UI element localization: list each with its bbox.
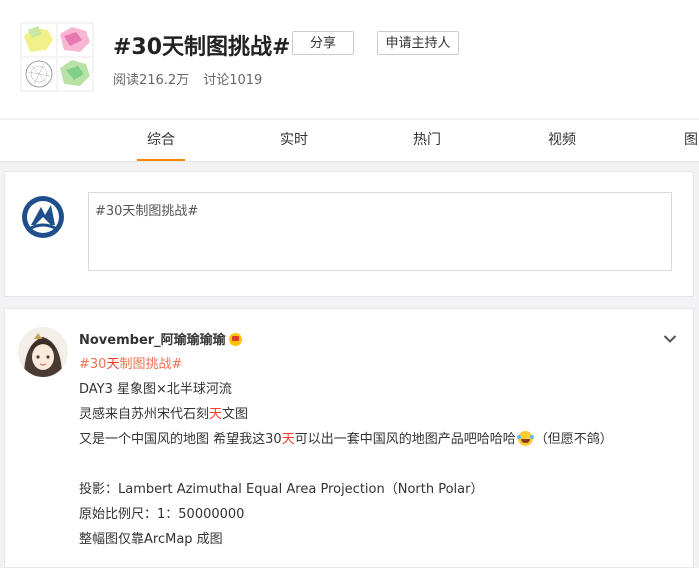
post-line-3: 又是一个中国风的地图 希望我这30天可以出一套中国风的地图产品吧哈哈哈 （但愿不鸽… (79, 428, 613, 447)
post-author[interactable]: November_阿瑜瑜瑜瑜 (79, 329, 242, 348)
hashtag-highlight[interactable]: 天 (106, 357, 119, 372)
apply-host-button[interactable]: 申请主持人 (377, 31, 459, 55)
post-line-3-c: （但愿不鸽） (534, 432, 613, 447)
post-line-2-highlight: 天 (209, 407, 223, 422)
post-line-6: 整幅图仅靠ArcMap 成图 (79, 532, 223, 547)
topic-cover-image (20, 22, 94, 92)
post-author-name[interactable]: November_阿瑜瑜瑜瑜 (79, 333, 226, 348)
read-count: 阅读216.2万 (113, 73, 190, 88)
vip-crown-icon (228, 333, 242, 346)
tab-video[interactable]: 视频 (538, 120, 586, 161)
post-line-2: 灵感来自苏州宋代石刻天文图 (79, 403, 248, 422)
topic-header: #30天制图挑战# 分享 申请主持人 阅读216.2万 讨论1019 (0, 0, 699, 118)
discussion-count: 讨论1019 (203, 73, 263, 88)
post-line-4: 投影：Lambert Azimuthal Equal Area Projecti… (79, 482, 484, 497)
post-line-2-b: 文图 (222, 407, 249, 422)
topic-tabs: 综合 实时 热门 视频 图片 (0, 120, 699, 162)
post-hashtag[interactable]: #30天制图挑战# (79, 353, 182, 372)
tab-images[interactable]: 图片 (674, 120, 699, 161)
hashtag-prefix[interactable]: #30 (79, 357, 106, 372)
post-line-3-b: 可以出一套中国风的地图产品吧哈哈哈 (294, 432, 516, 447)
topic-title: #30天制图挑战# (113, 35, 291, 60)
post-line-3-highlight: 天 (281, 432, 295, 447)
chevron-down-icon[interactable] (663, 329, 677, 343)
post-line-1: DAY3 星象图×北半球河流 (79, 382, 232, 397)
compose-input[interactable]: #30天制图挑战# (88, 192, 672, 271)
tab-comprehensive[interactable]: 综合 (137, 120, 185, 161)
tab-hot[interactable]: 热门 (403, 120, 451, 161)
feed-post: November_阿瑜瑜瑜瑜 #30天制图挑战# DAY3 星象图×北半球河流 … (4, 308, 694, 568)
post-line-5: 原始比例尺：1：50000000 (79, 507, 245, 522)
hashtag-suffix[interactable]: 制图挑战# (119, 357, 182, 372)
post-line-3-a: 又是一个中国风的地图 希望我这30 (79, 432, 282, 447)
share-button[interactable]: 分享 (292, 31, 354, 55)
compose-card: #30天制图挑战# (4, 171, 694, 297)
laugh-cry-emoji-icon (516, 431, 533, 446)
topic-stats: 阅读216.2万 讨论1019 (113, 69, 262, 88)
tab-realtime[interactable]: 实时 (270, 120, 318, 161)
map-logo-icon (21, 195, 65, 239)
user-avatar[interactable] (18, 327, 68, 377)
post-line-2-a: 灵感来自苏州宋代石刻 (79, 407, 210, 422)
